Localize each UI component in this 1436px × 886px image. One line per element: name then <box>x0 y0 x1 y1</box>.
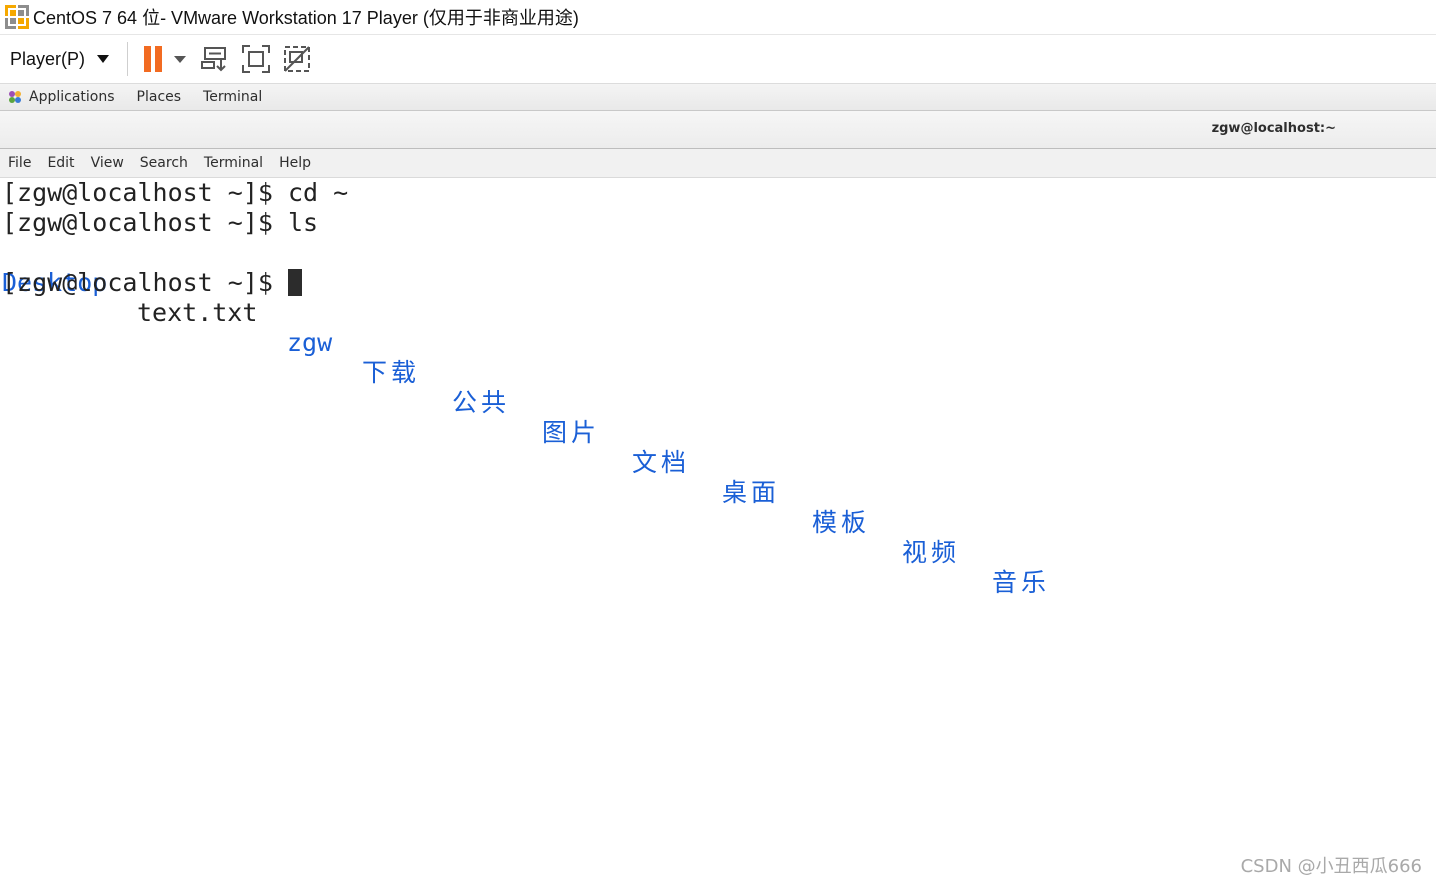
ls-entry-text-file: text.txt <box>137 298 258 327</box>
terminal-output-area[interactable]: [zgw@localhost ~]$ cd ~ [zgw@localhost ~… <box>0 178 1436 886</box>
window-titlebar[interactable]: CentOS 7 64 位- VMware Workstation 17 Pla… <box>0 0 1436 35</box>
applications-menu[interactable]: Applications <box>0 84 126 110</box>
player-toolbar: Player(P) <box>0 35 1436 84</box>
terminal-headerbar[interactable]: zgw@localhost:~ <box>0 111 1436 149</box>
applications-label: Applications <box>29 89 115 105</box>
menu-view[interactable]: View <box>83 155 132 171</box>
menu-file[interactable]: File <box>0 155 39 171</box>
fullscreen-icon <box>242 45 271 73</box>
terminal-cursor <box>287 269 302 296</box>
player-menu-label: Player(P) <box>10 48 86 69</box>
fullscreen-button[interactable] <box>241 39 282 79</box>
menu-search[interactable]: Search <box>132 155 196 171</box>
terminal-app-menu[interactable]: Terminal <box>192 84 273 110</box>
terminal-app-label: Terminal <box>203 89 263 105</box>
ls-entry-music: 音乐 <box>992 568 1051 597</box>
ls-entry-pictures: 图片 <box>542 418 601 447</box>
player-menu-button[interactable]: Player(P) <box>0 39 119 79</box>
menu-terminal[interactable]: Terminal <box>196 155 271 171</box>
ls-entry-videos: 视频 <box>902 538 961 567</box>
terminal-line-ls: [zgw@localhost ~]$ ls <box>2 208 319 237</box>
menu-help[interactable]: Help <box>271 155 319 171</box>
terminal-menubar: File Edit View Search Terminal Help <box>0 149 1436 178</box>
pause-icon <box>144 46 163 72</box>
chevron-down-icon <box>97 55 110 63</box>
send-ctrl-alt-del-icon <box>201 47 227 72</box>
ls-entry-templates: 模板 <box>812 508 871 537</box>
gnome-foot-icon <box>9 91 21 103</box>
ls-entry-desktop-zh: 桌面 <box>722 478 781 507</box>
vmware-logo-icon <box>5 5 29 29</box>
pause-button[interactable] <box>136 39 163 79</box>
ls-entry-zgw: zgw <box>287 328 333 357</box>
places-label: Places <box>136 89 182 105</box>
terminal-prompt-line: [zgw@localhost ~]$ <box>2 268 302 298</box>
gnome-top-panel: Applications Places Terminal <box>0 84 1436 111</box>
send-ctrl-alt-del-button[interactable] <box>200 39 241 79</box>
chevron-down-icon <box>174 55 187 63</box>
unity-icon <box>284 46 311 72</box>
ls-entry-public: 公共 <box>452 388 511 417</box>
power-options-dropdown[interactable] <box>162 39 200 79</box>
watermark: CSDN @小丑西瓜666 <box>1240 856 1422 877</box>
window-title: CentOS 7 64 位- VMware Workstation 17 Pla… <box>33 8 579 28</box>
terminal-prompt: [zgw@localhost ~]$ <box>2 268 288 297</box>
ls-output-row: Desktop text.txt zgw 下载 公共 图片 文档 桌面 模板 视… <box>2 238 1102 597</box>
places-menu[interactable]: Places <box>126 84 193 110</box>
unity-button[interactable] <box>282 39 323 79</box>
menu-edit[interactable]: Edit <box>39 155 82 171</box>
toolbar-divider <box>127 42 129 76</box>
ls-entry-downloads: 下载 <box>362 358 421 387</box>
terminal-line-cd: [zgw@localhost ~]$ cd ~ <box>2 178 349 207</box>
terminal-window-title: zgw@localhost:~ <box>1211 121 1336 136</box>
ls-entry-documents: 文档 <box>632 448 691 477</box>
